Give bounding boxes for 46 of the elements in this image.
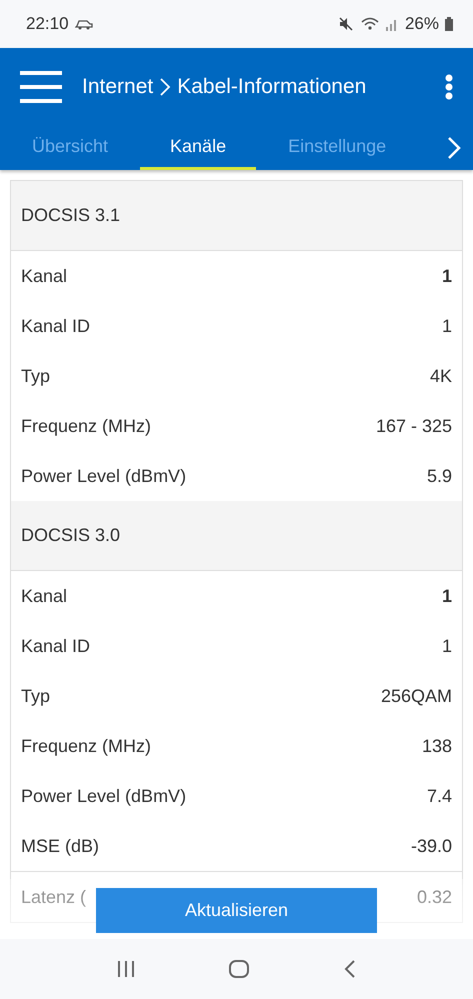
tab[interactable]: Kanäle (140, 126, 256, 170)
row-label: Kanal ID (21, 316, 90, 336)
more-icon[interactable] (445, 74, 453, 100)
breadcrumb-link[interactable]: Internet (82, 75, 154, 99)
tab[interactable]: Einstellunge (276, 126, 398, 170)
wifi-icon (360, 17, 379, 31)
home-icon[interactable] (229, 960, 250, 978)
row-value: 4K (430, 366, 452, 386)
refresh-button[interactable]: Aktualisieren (96, 888, 377, 933)
row-label: Kanal (21, 266, 68, 286)
row-label: Typ (21, 366, 50, 386)
battery-icon (445, 17, 453, 31)
menu-icon[interactable] (20, 71, 62, 103)
status-time: 22:10 (26, 14, 69, 34)
row-label: Typ (21, 686, 50, 706)
car-icon (74, 18, 93, 30)
page-title: Kabel-Informationen (177, 75, 366, 99)
row-label: Kanal (21, 586, 68, 606)
chevron-icon (159, 77, 172, 97)
signal-icon (384, 17, 399, 31)
row-label: Power Level (dBmV) (21, 466, 186, 486)
row-label: Frequenz (MHz) (21, 736, 152, 756)
row-value: 1 (442, 266, 452, 286)
battery-level: 26% (404, 14, 439, 34)
section-header: DOCSIS 3.0 (11, 501, 462, 571)
row-label: Power Level (dBmV) (21, 786, 186, 806)
section-header: DOCSIS 3.1 (11, 181, 462, 251)
row-value: 138 (422, 736, 452, 756)
row-value: -39.0 (410, 836, 452, 856)
row-value: 256QAM (380, 686, 452, 706)
row-value: 0.32 (416, 886, 452, 908)
row-value: 7.4 (426, 786, 452, 806)
row-label: MSE (dB) (21, 836, 100, 856)
tab[interactable]: Übersicht (20, 126, 120, 170)
row-value: 1 (442, 636, 452, 656)
row-label: Frequenz (MHz) (21, 416, 152, 436)
row-label: Latenz ( (21, 886, 86, 908)
row-label: Kanal ID (21, 636, 90, 656)
recent-apps-icon[interactable] (117, 961, 136, 977)
back-icon[interactable] (344, 960, 356, 978)
chevron-right-icon[interactable] (447, 136, 461, 160)
row-value: 5.9 (426, 466, 452, 486)
mute-icon (338, 17, 355, 31)
row-value: 1 (442, 316, 452, 336)
row-value: 167 - 325 (376, 416, 452, 436)
row-value: 1 (442, 586, 452, 606)
